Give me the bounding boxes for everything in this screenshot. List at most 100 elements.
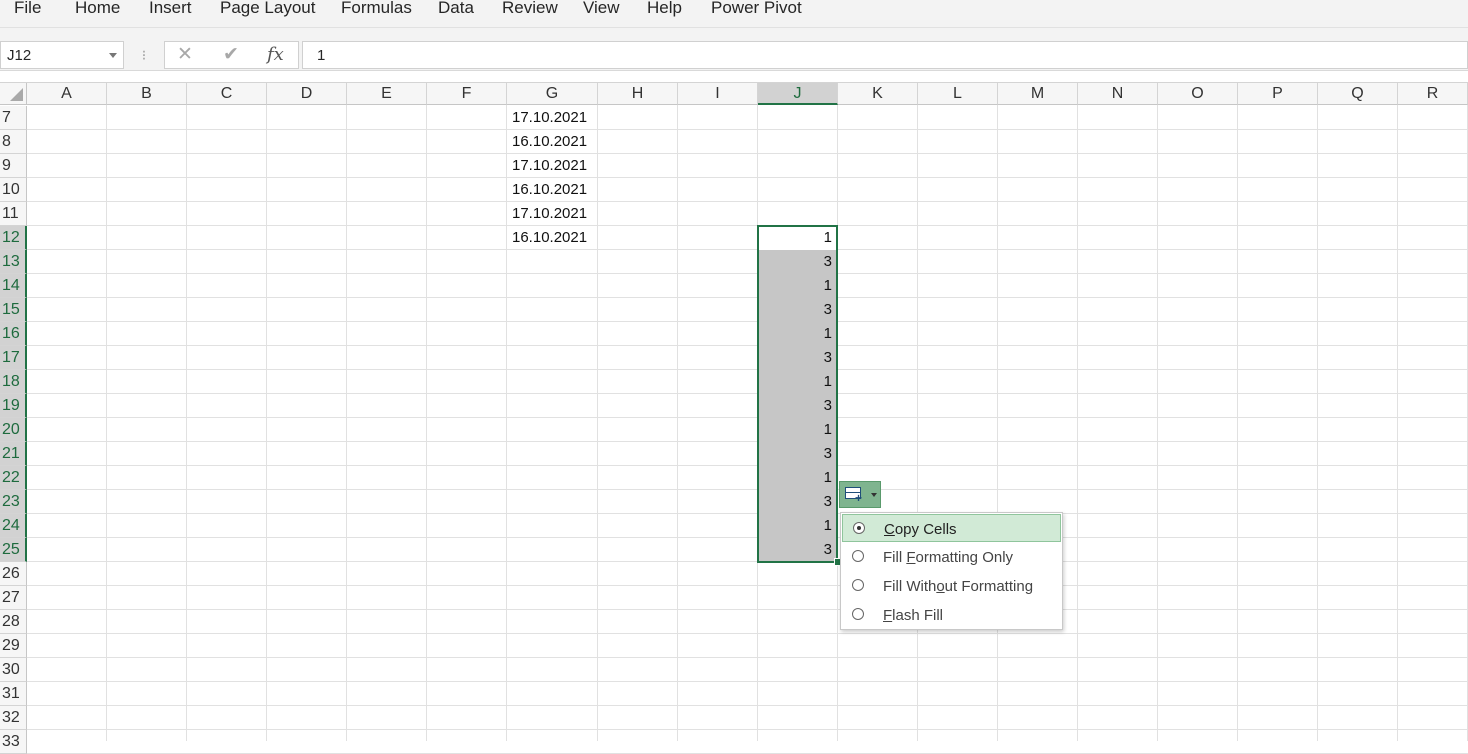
row-header-8[interactable]: 8	[0, 130, 27, 154]
cell-j14[interactable]: 1	[757, 274, 837, 298]
column-header-j[interactable]: J	[758, 83, 838, 105]
cell-j18[interactable]: 1	[757, 370, 837, 394]
autofill-options-button[interactable]: +	[839, 481, 881, 508]
column-header-h[interactable]: H	[598, 83, 678, 105]
tab-insert[interactable]: Insert	[149, 0, 192, 19]
tab-help[interactable]: Help	[647, 0, 682, 19]
column-header-g[interactable]: G	[507, 83, 598, 105]
cell-g8[interactable]: 16.10.2021	[507, 130, 598, 154]
cell-j25[interactable]: 3	[757, 538, 837, 562]
column-header-f[interactable]: F	[427, 83, 507, 105]
tab-review[interactable]: Review	[502, 0, 558, 19]
row-header-26[interactable]: 26	[0, 562, 27, 586]
access-key: o	[936, 578, 945, 595]
column-header-m[interactable]: M	[998, 83, 1078, 105]
row-header-19[interactable]: 19	[0, 394, 27, 418]
gridline	[27, 273, 1468, 274]
insert-function-icon[interactable]: fx	[267, 44, 284, 66]
cell-j16[interactable]: 1	[757, 322, 837, 346]
column-header-b[interactable]: B	[107, 83, 187, 105]
cell-j12[interactable]: 1	[757, 226, 837, 250]
gridline	[27, 225, 1468, 226]
row-header-20[interactable]: 20	[0, 418, 27, 442]
access-key: F	[906, 549, 916, 566]
tab-file[interactable]: File	[14, 0, 41, 19]
cell-j21[interactable]: 3	[757, 442, 837, 466]
cell-j23[interactable]: 3	[757, 490, 837, 514]
row-header-28[interactable]: 28	[0, 610, 27, 634]
row-header-12[interactable]: 12	[0, 226, 27, 250]
row-header-14[interactable]: 14	[0, 274, 27, 298]
cell-g7[interactable]: 17.10.2021	[507, 106, 598, 130]
row-header-27[interactable]: 27	[0, 586, 27, 610]
autofill-option-3[interactable]: Fill Without Formatting	[842, 572, 1061, 600]
row-header-29[interactable]: 29	[0, 634, 27, 658]
chevron-down-icon[interactable]	[109, 53, 117, 58]
formula-input[interactable]: 1	[302, 41, 1468, 69]
column-header-r[interactable]: R	[1398, 83, 1468, 105]
name-box[interactable]: J12	[0, 41, 124, 69]
cell-g10[interactable]: 16.10.2021	[507, 178, 598, 202]
row-header-10[interactable]: 10	[0, 178, 27, 202]
row-header-33[interactable]: 33	[0, 730, 27, 754]
row-header-25[interactable]: 25	[0, 538, 27, 562]
column-header-n[interactable]: N	[1078, 83, 1158, 105]
row-header-23[interactable]: 23	[0, 490, 27, 514]
tab-view[interactable]: View	[583, 0, 620, 19]
column-header-p[interactable]: P	[1238, 83, 1318, 105]
row-header-15[interactable]: 15	[0, 298, 27, 322]
enter-icon[interactable]: ✔	[223, 44, 239, 66]
row-header-16[interactable]: 16	[0, 322, 27, 346]
tab-home[interactable]: Home	[75, 0, 120, 19]
column-header-a[interactable]: A	[27, 83, 107, 105]
cell-j19[interactable]: 3	[757, 394, 837, 418]
column-header-o[interactable]: O	[1158, 83, 1238, 105]
row-header-31[interactable]: 31	[0, 682, 27, 706]
cell-g9[interactable]: 17.10.2021	[507, 154, 598, 178]
worksheet-grid[interactable]: A B C D E F G H I J K L M N O P Q R 7 8 9 10 11 12 13 14 15 16 17 18 1…	[0, 82, 1468, 754]
cell-j22[interactable]: 1	[757, 466, 837, 490]
column-header-e[interactable]: E	[347, 83, 427, 105]
row-header-21[interactable]: 21	[0, 442, 27, 466]
column-header-l[interactable]: L	[918, 83, 998, 105]
row-header-9[interactable]: 9	[0, 154, 27, 178]
label-part: ut Formatting	[944, 578, 1034, 595]
gridline	[27, 633, 1468, 634]
tab-power-pivot[interactable]: Power Pivot	[711, 0, 802, 19]
row-header-30[interactable]: 30	[0, 658, 27, 682]
column-header-i[interactable]: I	[678, 83, 758, 105]
select-all-button[interactable]	[0, 83, 27, 105]
row-header-7[interactable]: 7	[0, 106, 27, 130]
column-header-c[interactable]: C	[187, 83, 267, 105]
cell-g11[interactable]: 17.10.2021	[507, 202, 598, 226]
cell-j13[interactable]: 3	[757, 250, 837, 274]
cancel-icon[interactable]: ✕	[177, 44, 193, 66]
tab-page-layout[interactable]: Page Layout	[220, 0, 315, 19]
cell-j17[interactable]: 3	[757, 346, 837, 370]
tab-formulas[interactable]: Formulas	[341, 0, 412, 19]
row-header-13[interactable]: 13	[0, 250, 27, 274]
row-header-32[interactable]: 32	[0, 706, 27, 730]
cell-j15[interactable]: 3	[757, 298, 837, 322]
column-header-k[interactable]: K	[838, 83, 918, 105]
autofill-option-label: Flash Fill	[883, 607, 943, 624]
row-header-17[interactable]: 17	[0, 346, 27, 370]
row-header-24[interactable]: 24	[0, 514, 27, 538]
autofill-option-2[interactable]: Fill Formatting Only	[842, 543, 1061, 571]
row-header-22[interactable]: 22	[0, 466, 27, 490]
cell-g12[interactable]: 16.10.2021	[507, 226, 598, 250]
cell-j24[interactable]: 1	[757, 514, 837, 538]
gridline	[27, 129, 1468, 130]
row-header-18[interactable]: 18	[0, 370, 27, 394]
drag-handle-icon[interactable]: ⁝	[137, 45, 151, 65]
tab-data[interactable]: Data	[438, 0, 474, 19]
autofill-option-4[interactable]: Flash Fill	[842, 601, 1061, 629]
chevron-down-icon	[871, 493, 877, 497]
column-header-q[interactable]: Q	[1318, 83, 1398, 105]
cell-j20[interactable]: 1	[757, 418, 837, 442]
autofill-option-1[interactable]: Copy Cells	[842, 514, 1061, 542]
formula-value: 1	[317, 47, 326, 64]
gridline	[27, 441, 1468, 442]
column-header-d[interactable]: D	[267, 83, 347, 105]
row-header-11[interactable]: 11	[0, 202, 27, 226]
